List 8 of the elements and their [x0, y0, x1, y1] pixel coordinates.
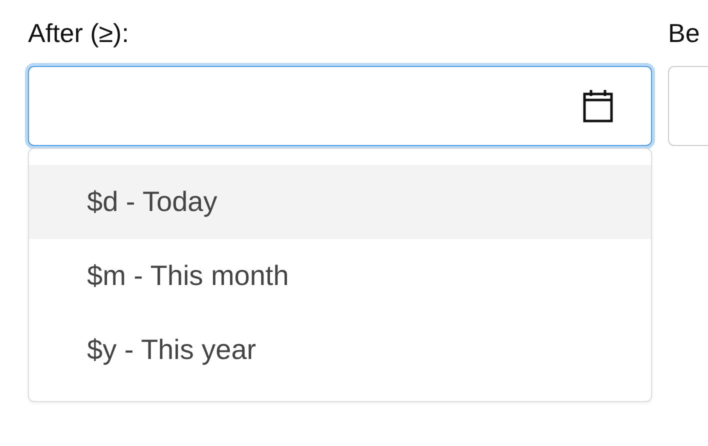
- dropdown-option[interactable]: $d - Today: [29, 165, 651, 239]
- field-label: Be: [668, 17, 701, 50]
- field-label: After (≥):: [28, 17, 130, 50]
- date-field[interactable]: [668, 66, 708, 146]
- date-field[interactable]: [28, 66, 652, 146]
- calendar-icon[interactable]: [583, 89, 613, 123]
- dropdown-option[interactable]: $y - This year: [29, 313, 651, 387]
- dropdown-option[interactable]: $m - This month: [29, 239, 651, 313]
